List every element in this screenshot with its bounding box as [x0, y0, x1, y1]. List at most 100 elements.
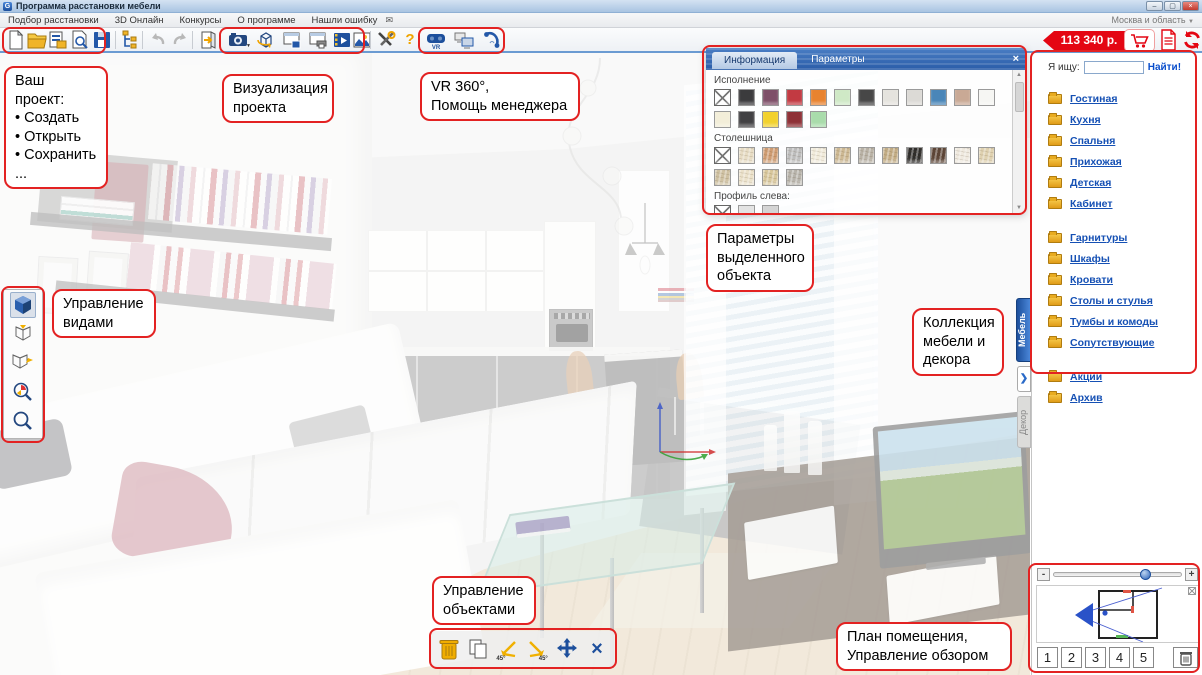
view-top-icon[interactable] [10, 321, 36, 347]
material-swatch[interactable] [714, 205, 731, 213]
axis-gizmo[interactable] [642, 398, 722, 470]
remove-object-icon[interactable]: × [586, 637, 608, 661]
material-swatch[interactable] [762, 205, 779, 213]
plan-page-button[interactable]: 1 [1037, 647, 1058, 668]
project-tree-icon[interactable] [121, 30, 141, 50]
material-swatch[interactable] [978, 89, 995, 106]
print-preview-icon[interactable] [70, 30, 90, 50]
video-icon[interactable] [332, 30, 352, 50]
tab-parameters[interactable]: Параметры [797, 54, 878, 65]
plan-page-button[interactable]: 5 [1133, 647, 1154, 668]
sidebar-category[interactable]: Прихожая [1048, 151, 1202, 172]
kitchen-upper-cabinets[interactable] [368, 230, 544, 312]
material-swatch[interactable] [882, 89, 899, 106]
pdf-export-icon[interactable] [1160, 29, 1177, 51]
material-swatch[interactable] [930, 89, 947, 106]
zoom-out-button[interactable]: - [1037, 568, 1050, 581]
move-object-icon[interactable] [555, 637, 579, 661]
close-icon[interactable]: × [1013, 54, 1019, 65]
zoom-slider-handle[interactable] [1140, 569, 1151, 580]
material-swatch[interactable] [786, 89, 803, 106]
material-swatch[interactable] [834, 147, 851, 164]
arrangement-pick-icon[interactable] [48, 30, 68, 50]
delete-plan-button[interactable] [1173, 647, 1198, 668]
restore-button[interactable]: ▢ [1164, 1, 1181, 11]
material-swatch[interactable] [738, 111, 755, 128]
material-swatch[interactable] [810, 147, 827, 164]
sidebar-category[interactable]: Кухня [1048, 109, 1202, 130]
redo-icon[interactable] [170, 30, 190, 50]
material-swatch[interactable] [906, 89, 923, 106]
help-icon[interactable]: ? [400, 30, 420, 50]
material-swatch[interactable] [762, 89, 779, 106]
find-button[interactable]: Найти! [1148, 62, 1181, 73]
panel-scrollbar[interactable]: ▲ ▼ [1012, 70, 1025, 213]
region-selector[interactable]: Москва и область ▼ [1111, 15, 1194, 25]
sidebar-category[interactable]: Тумбы и комоды [1048, 311, 1202, 332]
exit-icon[interactable] [198, 30, 218, 50]
plan-page-button[interactable]: 4 [1109, 647, 1130, 668]
view-3d-icon[interactable] [10, 292, 36, 318]
sidebar-category[interactable]: Архив [1048, 387, 1202, 408]
image-icon[interactable] [352, 30, 372, 50]
rotate-left-icon[interactable]: 45° [496, 637, 518, 661]
cart-total-badge[interactable]: 113 340 р. [1043, 31, 1127, 50]
material-swatch[interactable] [738, 89, 755, 106]
sidebar-category[interactable]: Сопутствующие [1048, 332, 1202, 353]
material-swatch[interactable] [906, 147, 923, 164]
material-swatch[interactable] [858, 89, 875, 106]
scroll-up-icon[interactable]: ▲ [1016, 70, 1022, 80]
sidebar-category[interactable]: Гостиная [1048, 88, 1202, 109]
search-input[interactable] [1084, 61, 1144, 74]
material-swatch[interactable] [978, 147, 995, 164]
collapse-panel-chevron[interactable]: ❯ [1017, 366, 1031, 392]
material-swatch[interactable] [714, 89, 731, 106]
cart-button[interactable] [1124, 29, 1155, 52]
sidebar-category[interactable]: Спальня [1048, 130, 1202, 151]
view-walk-icon[interactable] [10, 350, 36, 376]
camera-snapshot-icon[interactable] [228, 30, 248, 50]
material-swatch[interactable] [858, 147, 875, 164]
material-swatch[interactable] [714, 147, 731, 164]
tv[interactable] [873, 411, 1030, 569]
material-swatch[interactable] [762, 111, 779, 128]
manager-help-icon[interactable] [454, 30, 474, 50]
undo-icon[interactable] [148, 30, 168, 50]
candle[interactable] [764, 425, 777, 471]
sidebar-category[interactable]: Столы и стулья [1048, 290, 1202, 311]
tab-decor[interactable]: Декор [1017, 396, 1031, 448]
expand-icon[interactable] [1188, 587, 1196, 595]
menu-item[interactable]: Конкурсы [180, 15, 222, 26]
material-swatch[interactable] [738, 169, 755, 186]
menu-item[interactable]: Подбор расстановки [8, 15, 99, 26]
scrollbar-thumb[interactable] [1015, 82, 1024, 112]
material-swatch[interactable] [714, 111, 731, 128]
material-swatch[interactable] [810, 111, 827, 128]
zoom-in-button[interactable]: + [1185, 568, 1198, 581]
envelope-icon[interactable]: ✉ [385, 15, 393, 26]
plan-page-button[interactable]: 2 [1061, 647, 1082, 668]
candle[interactable] [808, 421, 822, 475]
material-swatch[interactable] [786, 111, 803, 128]
material-swatch[interactable] [930, 147, 947, 164]
vr-icon[interactable]: VR [426, 30, 446, 50]
tab-information[interactable]: Информация [712, 52, 797, 69]
material-swatch[interactable] [786, 147, 803, 164]
oven[interactable] [549, 309, 593, 351]
zoom-selection-icon[interactable] [10, 379, 36, 405]
minimize-button[interactable]: – [1146, 1, 1163, 11]
rotate-right-icon[interactable]: 45° [526, 637, 548, 661]
copy-object-icon[interactable] [467, 637, 489, 661]
tab-furniture[interactable]: Мебель [1016, 298, 1031, 362]
material-swatch[interactable] [786, 169, 803, 186]
sidebar-category[interactable]: Акции [1048, 366, 1202, 387]
sidebar-category[interactable]: Шкафы [1048, 248, 1202, 269]
tools-icon[interactable] [376, 30, 396, 50]
phone-icon[interactable] [482, 30, 502, 50]
material-swatch[interactable] [738, 205, 755, 213]
sidebar-category[interactable]: Гарнитуры [1048, 227, 1202, 248]
menu-item[interactable]: О программе [237, 15, 295, 26]
material-swatch[interactable] [738, 147, 755, 164]
zoom-icon[interactable] [10, 408, 36, 434]
delete-object-icon[interactable] [438, 637, 460, 661]
